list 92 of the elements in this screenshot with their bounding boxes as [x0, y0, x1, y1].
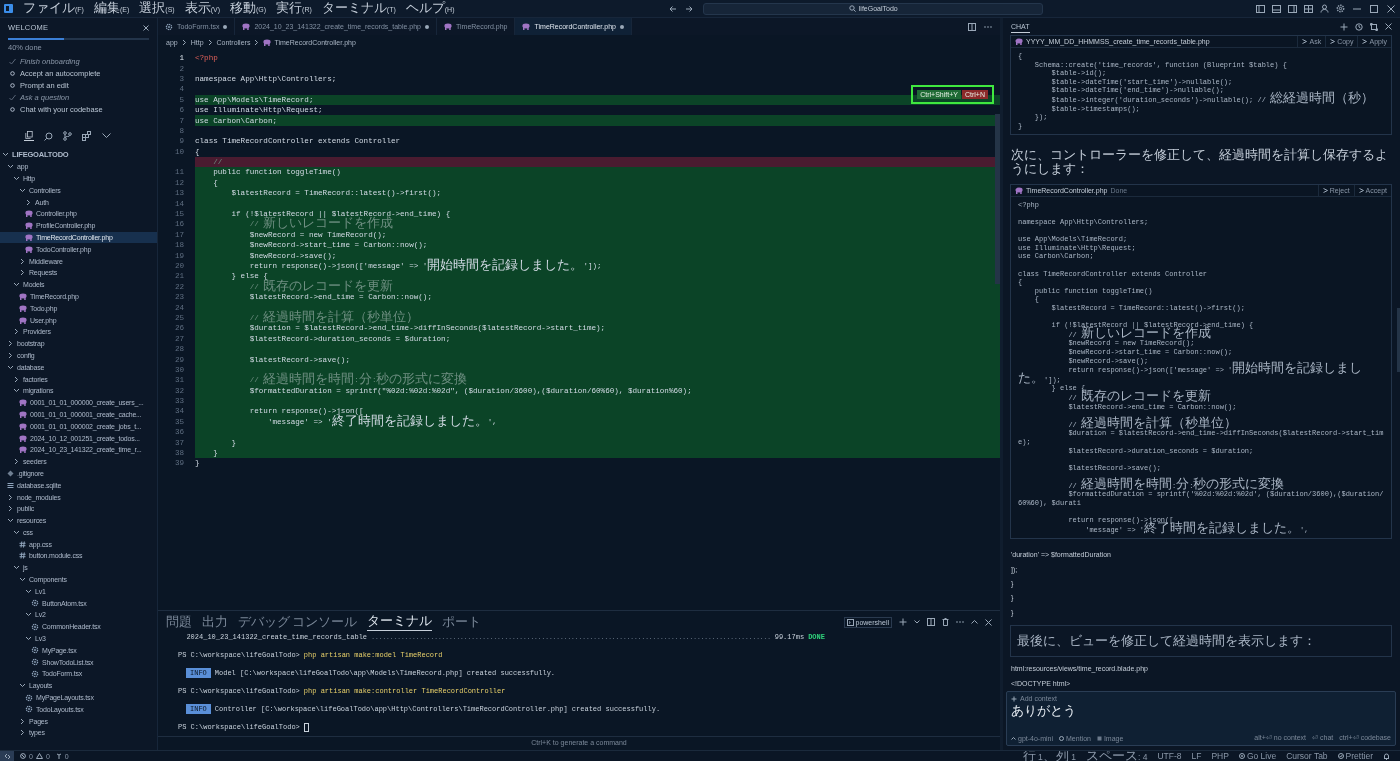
close-icon[interactable]: [1386, 4, 1396, 13]
status-item[interactable]: Prettier: [1337, 751, 1373, 761]
lines-icon: [7, 481, 14, 489]
split-layout-icon[interactable]: [1288, 4, 1297, 13]
panel-tab[interactable]: ポート: [441, 613, 481, 631]
elephant-icon: [19, 410, 27, 418]
chevron-down-icon[interactable]: [102, 133, 111, 139]
status-item[interactable]: LF: [1191, 751, 1202, 761]
hash-icon: [19, 552, 26, 560]
chevron-right-icon: [253, 39, 261, 46]
status-item[interactable]: Go Live: [1238, 751, 1277, 761]
maximize-icon[interactable]: [1370, 22, 1378, 31]
chevron-right-icon: [180, 39, 188, 46]
elephant-icon: [25, 210, 33, 218]
app-logo-icon: [4, 4, 13, 13]
elephant-icon: [444, 23, 452, 30]
action-icon: [1362, 39, 1368, 44]
elephant-icon: [19, 434, 27, 442]
elephant-icon: [25, 245, 33, 253]
account-icon[interactable]: [1320, 4, 1329, 13]
plus-icon[interactable]: [1340, 22, 1348, 31]
action-icon: [1358, 187, 1364, 193]
elephant-icon: [19, 316, 27, 324]
terminal-icon: [846, 618, 854, 626]
split-icon[interactable]: [927, 618, 935, 626]
plus-icon: [1011, 695, 1017, 702]
close-icon[interactable]: [143, 24, 149, 31]
extensions-icon[interactable]: [82, 131, 92, 141]
trash-icon[interactable]: [942, 618, 949, 626]
broadcast-icon: [1238, 753, 1245, 759]
remote-button[interactable]: [0, 751, 14, 761]
panel-tab[interactable]: 出力: [202, 613, 228, 631]
gear-icon: [31, 599, 39, 608]
panel-tab[interactable]: デバッグコンソール: [238, 613, 357, 631]
elephant-icon: [1015, 186, 1023, 194]
status-item[interactable]: Cursor Tab: [1286, 751, 1328, 761]
remote-icon: [3, 752, 11, 760]
gear-icon: [31, 622, 39, 631]
antenna-icon: [55, 753, 62, 759]
sidebar-layout-icon[interactable]: [1256, 4, 1265, 13]
search-icon: [848, 5, 856, 12]
gear-icon: [165, 22, 173, 31]
diamond-icon: [7, 469, 14, 477]
elephant-icon: [522, 23, 531, 30]
panel-layout-icon[interactable]: [1272, 4, 1281, 13]
action-icon: [1302, 39, 1308, 44]
branch-icon[interactable]: [63, 131, 72, 141]
elephant-icon: [242, 23, 251, 30]
maximize-icon[interactable]: [1369, 4, 1379, 13]
chevron-up-icon[interactable]: [971, 619, 978, 625]
grid-layout-icon[interactable]: [1304, 4, 1313, 13]
message-field[interactable]: ありがとう: [1011, 704, 1391, 718]
elephant-icon: [25, 233, 33, 241]
back-arrow-icon[interactable]: [669, 4, 678, 13]
status-item[interactable]: PHP: [1211, 751, 1229, 761]
scrollbar-thumb: [1397, 308, 1400, 372]
elephant-icon: [19, 422, 27, 430]
at-icon: [1059, 735, 1064, 741]
panel-tab[interactable]: ターミナル: [366, 613, 432, 631]
forward-arrow-icon[interactable]: [685, 4, 694, 13]
search-icon[interactable]: [44, 131, 53, 141]
elephant-icon: [19, 399, 27, 407]
elephant-icon: [19, 446, 27, 454]
status-item[interactable]: スペース: 4: [1085, 751, 1148, 761]
chat-text: 最後に、ビューを修正して経過時間を表示します：: [1017, 634, 1316, 648]
error-icon: [20, 753, 26, 759]
elephant-icon: [25, 222, 33, 230]
chevron-right-icon: [206, 39, 214, 46]
files-icon[interactable]: [24, 131, 34, 141]
status-item[interactable]: UTF-8: [1157, 751, 1182, 761]
plus-icon[interactable]: [899, 618, 907, 626]
chat-text: 次に、コントローラーを修正して、経過時間を計算し保存するようにします：: [1010, 147, 1389, 179]
chevron-up-icon: [1011, 736, 1016, 740]
split-editor-icon[interactable]: [968, 22, 976, 31]
close-icon[interactable]: [1385, 23, 1392, 30]
more-icon[interactable]: [956, 618, 964, 626]
settings-icon[interactable]: [1336, 4, 1345, 13]
action-icon: [1330, 39, 1336, 44]
warning-icon: [35, 753, 43, 759]
chevron-down-icon[interactable]: [914, 619, 920, 625]
check-circle-icon: [1337, 753, 1344, 759]
bell-icon[interactable]: [1383, 752, 1390, 760]
elephant-icon: [19, 304, 27, 312]
image-icon: [1096, 735, 1102, 741]
action-icon: [1322, 187, 1328, 193]
close-icon[interactable]: [985, 618, 992, 626]
elephant-icon: [1015, 38, 1023, 45]
panel-tab[interactable]: 問題: [166, 613, 192, 631]
elephant-icon: [263, 39, 272, 46]
hash-icon: [19, 540, 26, 548]
history-icon[interactable]: [1355, 22, 1363, 31]
elephant-icon: [19, 292, 27, 300]
